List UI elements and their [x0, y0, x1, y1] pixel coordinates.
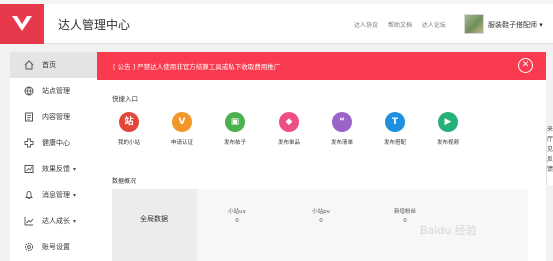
feedback-char: 反: [547, 156, 553, 163]
link-forum[interactable]: 达人论坛: [422, 22, 446, 29]
sidebar-item-site-management[interactable]: 站点管理: [10, 78, 97, 104]
quick-entry-publish-video[interactable]: ▶ 发布视频: [428, 112, 468, 146]
sidebar-item-message-management[interactable]: 消息管理 ▾: [10, 182, 97, 208]
feedback-char: 来: [547, 126, 553, 133]
stat-site-pv: 小站pv 0: [301, 208, 341, 226]
sidebar-item-performance-feedback[interactable]: 效果反馈 ▾: [10, 156, 97, 182]
quick-entry-label: 发布视频: [436, 140, 459, 146]
quick-entry-publish-item[interactable]: ◆ 发布单品: [269, 112, 309, 146]
header: 达人管理中心 达人协议 帮助文档 达人论坛 服装鞋子搭配师 ▾: [0, 4, 553, 44]
plus-icon: [24, 138, 34, 148]
link-help-docs[interactable]: 帮助文档: [388, 22, 412, 29]
notice-banner: [ 公告 ] 严禁达人使用非官方结算工具或私下收取费用推广 ✕: [97, 52, 546, 80]
sidebar-item-label: 消息管理: [42, 191, 70, 199]
sidebar-item-label: 达人成长: [42, 217, 70, 225]
quick-entry-title: 快捷入口: [112, 95, 138, 103]
stat-site-uv: 小站uv 0: [217, 208, 257, 226]
quick-entry-list: 站 我的小站 V 申请认证 ▣ 发布帖子 ◆ 发布单品 “ 发布清单 T 发布搭…: [109, 112, 469, 150]
sidebar-item-health-center[interactable]: 健康中心: [10, 130, 97, 156]
tshirt-icon: T: [385, 112, 405, 132]
quick-entry-label: 我的小站: [117, 140, 140, 146]
logo[interactable]: [0, 4, 44, 44]
stat-name: 小站pv: [312, 209, 330, 215]
quick-entry-label: 发布帖子: [223, 140, 246, 146]
feedback-char: 见: [547, 146, 553, 153]
site-icon: 站: [119, 112, 139, 132]
sidebar-item-label: 内容管理: [42, 113, 70, 121]
app-title: 达人管理中心: [58, 18, 131, 32]
avatar[interactable]: [464, 14, 484, 34]
sidebar-item-account-settings[interactable]: 账号设置: [10, 234, 97, 260]
global-data-label: 全局数据: [112, 189, 197, 261]
close-icon[interactable]: ✕: [518, 58, 533, 73]
home-icon: [24, 60, 34, 70]
quick-entry-publish-outfit[interactable]: T 发布搭配: [375, 112, 415, 146]
feedback-char: 馈: [547, 166, 553, 173]
gear-icon: [24, 242, 34, 252]
stat-new-followers: 新增粉丝 0: [385, 208, 425, 226]
quick-entry-my-site[interactable]: 站 我的小站: [109, 112, 149, 146]
sidebar-item-content-management[interactable]: 内容管理: [10, 104, 97, 130]
chevron-down-icon: ▾: [73, 191, 77, 199]
feedback-char: 厅: [547, 136, 553, 143]
verified-icon: V: [172, 112, 192, 132]
data-overview-title: 数据概况: [112, 178, 137, 185]
notice-text: [ 公告 ] 严禁达人使用非官方结算工具或私下收取费用推广: [113, 63, 281, 71]
stat-value: 0: [403, 218, 407, 224]
quick-entry-apply-verification[interactable]: V 申请认证: [162, 112, 202, 146]
sidebar-item-label: 健康中心: [42, 139, 70, 147]
quick-entry-publish-post[interactable]: ▣ 发布帖子: [215, 112, 255, 146]
sidebar-item-label: 效果反馈: [42, 165, 70, 173]
stat-name: 新增粉丝: [393, 209, 416, 215]
trend-icon: [24, 216, 34, 226]
quick-entry-label: 发布搭配: [383, 140, 406, 146]
sidebar-item-growth[interactable]: 达人成长 ▾: [10, 208, 97, 234]
link-agreement[interactable]: 达人协议: [354, 22, 378, 29]
post-icon: ▣: [225, 112, 245, 132]
quick-entry-publish-list[interactable]: “ 发布清单: [322, 112, 362, 146]
quick-entry-label: 发布清单: [330, 140, 353, 146]
sidebar-item-label: 首页: [42, 61, 56, 69]
logo-icon: [12, 16, 32, 31]
quote-icon: “: [332, 112, 352, 132]
stat-value: 0: [235, 218, 239, 224]
tag-icon: ◆: [279, 112, 299, 132]
stat-name: 小站uv: [228, 209, 246, 215]
stat-value: 0: [319, 218, 323, 224]
sidebar-item-label: 账号设置: [42, 243, 70, 251]
global-data-text: 全局数据: [140, 215, 168, 223]
header-links: 达人协议 帮助文档 达人论坛: [354, 20, 454, 29]
bell-icon: [24, 190, 34, 200]
watermark: Baidu 经验: [420, 224, 477, 237]
feedback-widget[interactable]: 来 厅 见 反 馈: [546, 125, 553, 185]
user-name[interactable]: 服装鞋子搭配师: [488, 21, 537, 29]
document-icon: [24, 112, 34, 122]
main-content: [ 公告 ] 严禁达人使用非官方结算工具或私下收取费用推广 ✕ 快捷入口 站 我…: [97, 52, 546, 261]
chevron-down-icon: ▾: [73, 217, 77, 225]
sidebar: 首页 站点管理 内容管理 健康中心 效果反馈 ▾ 消息管理 ▾ 达人成长 ▾ 账…: [10, 52, 97, 261]
chart-icon: [24, 164, 34, 174]
sidebar-item-home[interactable]: 首页: [10, 52, 97, 78]
globe-icon: [24, 86, 34, 96]
quick-entry-label: 发布单品: [277, 140, 300, 146]
page: 达人管理中心 达人协议 帮助文档 达人论坛 服装鞋子搭配师 ▾ 首页 站点管理: [0, 0, 553, 261]
sidebar-item-label: 站点管理: [42, 87, 70, 95]
quick-entry-label: 申请认证: [170, 140, 193, 146]
chevron-down-icon: ▾: [73, 165, 77, 173]
chevron-down-icon[interactable]: ▾: [539, 21, 543, 29]
play-icon: ▶: [438, 112, 458, 132]
